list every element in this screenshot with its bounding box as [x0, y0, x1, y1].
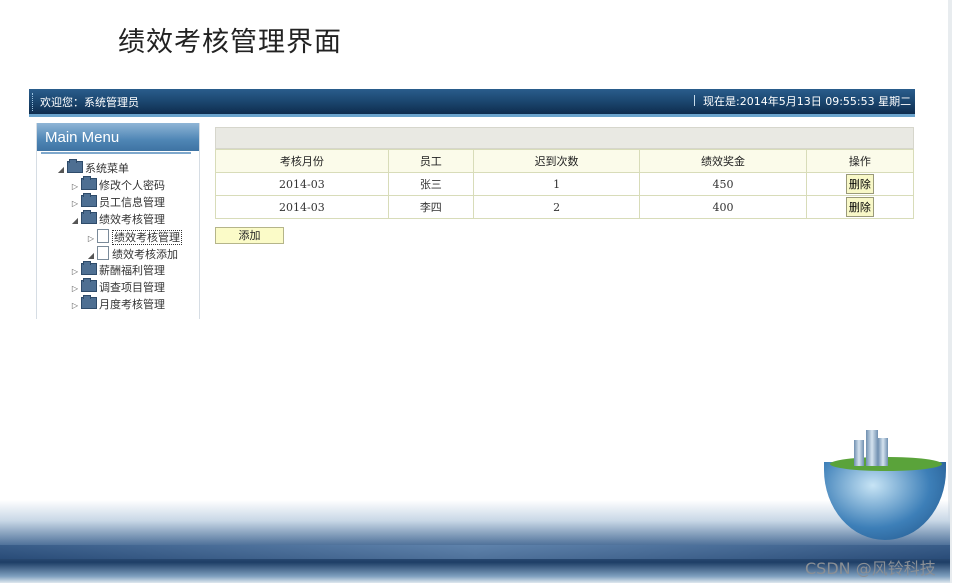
action-cell: 删除: [805, 172, 915, 196]
bonus-cell: 450: [639, 172, 807, 196]
data-grid: 考核月份 员工 迟到次数 绩效奖金 操作 2014-03 张三 1 450 删除…: [215, 127, 915, 219]
sidebar-item-performance-add[interactable]: ◢ 绩效考核添加: [85, 246, 178, 262]
folder-icon: [67, 159, 83, 173]
sidebar-item-employee-info[interactable]: ▷ 员工信息管理: [69, 193, 165, 212]
table-header-row: 考核月份 员工 迟到次数 绩效奖金 操作: [215, 149, 915, 173]
right-border: [948, 0, 952, 583]
expand-arrow-icon[interactable]: ▷: [69, 298, 81, 314]
sidebar-item-label: 修改个人密码: [99, 179, 165, 192]
clock-separator: [694, 95, 695, 106]
folder-icon: [81, 176, 97, 190]
expand-arrow-icon[interactable]: ▷: [69, 179, 81, 195]
expand-arrow-icon[interactable]: ▷: [85, 231, 97, 247]
building-icon: [878, 438, 888, 466]
folder-icon: [81, 278, 97, 292]
sidebar-item-label: 调查项目管理: [99, 281, 165, 294]
top-header-bar: 欢迎您：系统管理员 现在是:2014年5月13日 09:55:53 星期二: [29, 89, 915, 117]
action-cell: 删除: [805, 195, 915, 219]
expand-arrow-icon[interactable]: ▷: [69, 196, 81, 212]
clock-area: 现在是:2014年5月13日 09:55:53 星期二: [694, 93, 911, 109]
collapse-arrow-icon[interactable]: ◢: [55, 162, 67, 178]
building-icon: [866, 430, 878, 466]
page-title: 绩效考核管理界面: [118, 27, 342, 58]
sidebar-item-performance-manage[interactable]: ▷ 绩效考核管理: [85, 229, 182, 245]
bonus-cell: 400: [639, 195, 807, 219]
delete-button[interactable]: 删除: [845, 197, 874, 217]
menu-header-line: [41, 152, 191, 154]
column-header: 考核月份: [215, 149, 389, 173]
document-icon: [97, 246, 109, 260]
sidebar-item-label: 绩效考核管理: [112, 230, 182, 245]
sidebar-item-change-password[interactable]: ▷ 修改个人密码: [69, 176, 165, 195]
delete-button[interactable]: 删除: [845, 174, 874, 194]
expand-arrow-icon[interactable]: ▷: [69, 281, 81, 297]
late-count-cell: 1: [472, 172, 641, 196]
sidebar-item-survey[interactable]: ▷ 调查项目管理: [69, 278, 165, 297]
sidebar-item-label: 薪酬福利管理: [99, 264, 165, 277]
tree-root-label: 系统菜单: [85, 162, 129, 175]
late-count-cell: 2: [472, 195, 641, 219]
column-header: 迟到次数: [472, 149, 641, 173]
welcome-text: 欢迎您：系统管理员: [40, 96, 139, 109]
month-cell: 2014-03: [215, 195, 389, 219]
sidebar-item-monthly[interactable]: ▷ 月度考核管理: [69, 295, 165, 314]
sidebar-item-label: 绩效考核管理: [99, 213, 165, 226]
folder-icon: [81, 193, 97, 207]
column-header: 操作: [805, 149, 915, 173]
sidebar-item-salary[interactable]: ▷ 薪酬福利管理: [69, 261, 165, 280]
sidebar-item-label: 月度考核管理: [99, 298, 165, 311]
column-header: 绩效奖金: [639, 149, 807, 173]
clock-text: 现在是:2014年5月13日 09:55:53 星期二: [703, 95, 912, 108]
column-header: 员工: [387, 149, 474, 173]
month-cell: 2014-03: [215, 172, 389, 196]
table-row: 2014-03 张三 1 450 删除: [215, 172, 915, 196]
expand-arrow-icon[interactable]: ▷: [69, 264, 81, 280]
main-menu-header: Main Menu: [37, 123, 199, 154]
employee-cell: 李四: [387, 195, 474, 219]
main-menu-title: Main Menu: [45, 129, 120, 146]
performance-table: 考核月份 员工 迟到次数 绩效奖金 操作 2014-03 张三 1 450 删除…: [215, 149, 915, 219]
building-icon: [854, 440, 864, 466]
sidebar: Main Menu ◢ 系统菜单 ▷ 修改个人密码 ▷ 员工信息管理 ◢ 绩效考核管理 …: [36, 123, 200, 319]
sidebar-item-label: 绩效考核添加: [112, 248, 178, 261]
employee-cell: 张三: [387, 172, 474, 196]
collapse-arrow-icon[interactable]: ◢: [69, 213, 81, 229]
folder-icon: [81, 210, 97, 224]
grid-caption-bar: [215, 127, 914, 149]
table-row: 2014-03 李四 2 400 删除: [215, 195, 915, 219]
document-icon: [97, 229, 109, 243]
folder-icon: [81, 261, 97, 275]
header-divider: [32, 93, 35, 111]
tree-root[interactable]: ◢ 系统菜单: [55, 159, 129, 178]
folder-icon: [81, 295, 97, 309]
watermark: CSDN @风铃科技: [805, 559, 936, 578]
add-button[interactable]: 添加: [215, 227, 284, 244]
sidebar-item-label: 员工信息管理: [99, 196, 165, 209]
sidebar-item-performance[interactable]: ◢ 绩效考核管理: [69, 210, 165, 229]
